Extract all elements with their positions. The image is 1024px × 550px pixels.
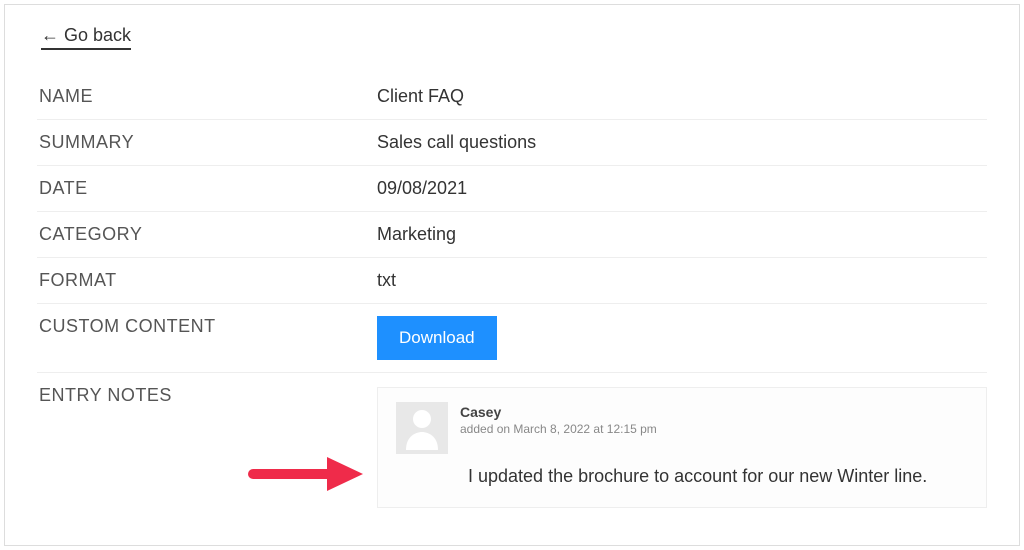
note-body: I updated the brochure to account for ou…: [468, 466, 968, 487]
value-date: 09/08/2021: [377, 178, 987, 199]
note-timestamp: added on March 8, 2022 at 12:15 pm: [460, 422, 657, 436]
row-name: NAME Client FAQ: [37, 74, 987, 120]
avatar: [396, 402, 448, 454]
label-custom-content: CUSTOM CONTENT: [37, 316, 377, 337]
value-custom-content: Download: [377, 316, 987, 360]
note-author: Casey: [460, 404, 657, 420]
row-date: DATE 09/08/2021: [37, 166, 987, 212]
label-entry-notes: ENTRY NOTES: [37, 385, 377, 406]
label-category: CATEGORY: [37, 224, 377, 245]
row-summary: SUMMARY Sales call questions: [37, 120, 987, 166]
detail-table: NAME Client FAQ SUMMARY Sales call quest…: [37, 74, 987, 520]
note-header: Casey added on March 8, 2022 at 12:15 pm: [396, 402, 968, 454]
row-custom-content: CUSTOM CONTENT Download: [37, 304, 987, 373]
value-category: Marketing: [377, 224, 987, 245]
value-entry-notes: Casey added on March 8, 2022 at 12:15 pm…: [377, 385, 987, 508]
note-card: Casey added on March 8, 2022 at 12:15 pm…: [377, 387, 987, 508]
value-format: txt: [377, 270, 987, 291]
label-format: FORMAT: [37, 270, 377, 291]
label-summary: SUMMARY: [37, 132, 377, 153]
entry-detail-panel: ← Go back NAME Client FAQ SUMMARY Sales …: [4, 4, 1020, 546]
label-date: DATE: [37, 178, 377, 199]
value-name: Client FAQ: [377, 86, 987, 107]
row-entry-notes: ENTRY NOTES Casey added on March 8, 2022…: [37, 373, 987, 520]
note-meta: Casey added on March 8, 2022 at 12:15 pm: [460, 402, 657, 436]
download-button[interactable]: Download: [377, 316, 497, 360]
row-format: FORMAT txt: [37, 258, 987, 304]
person-icon: [402, 406, 442, 450]
row-category: CATEGORY Marketing: [37, 212, 987, 258]
go-back-link[interactable]: ← Go back: [41, 25, 131, 50]
label-name: NAME: [37, 86, 377, 107]
value-summary: Sales call questions: [377, 132, 987, 153]
